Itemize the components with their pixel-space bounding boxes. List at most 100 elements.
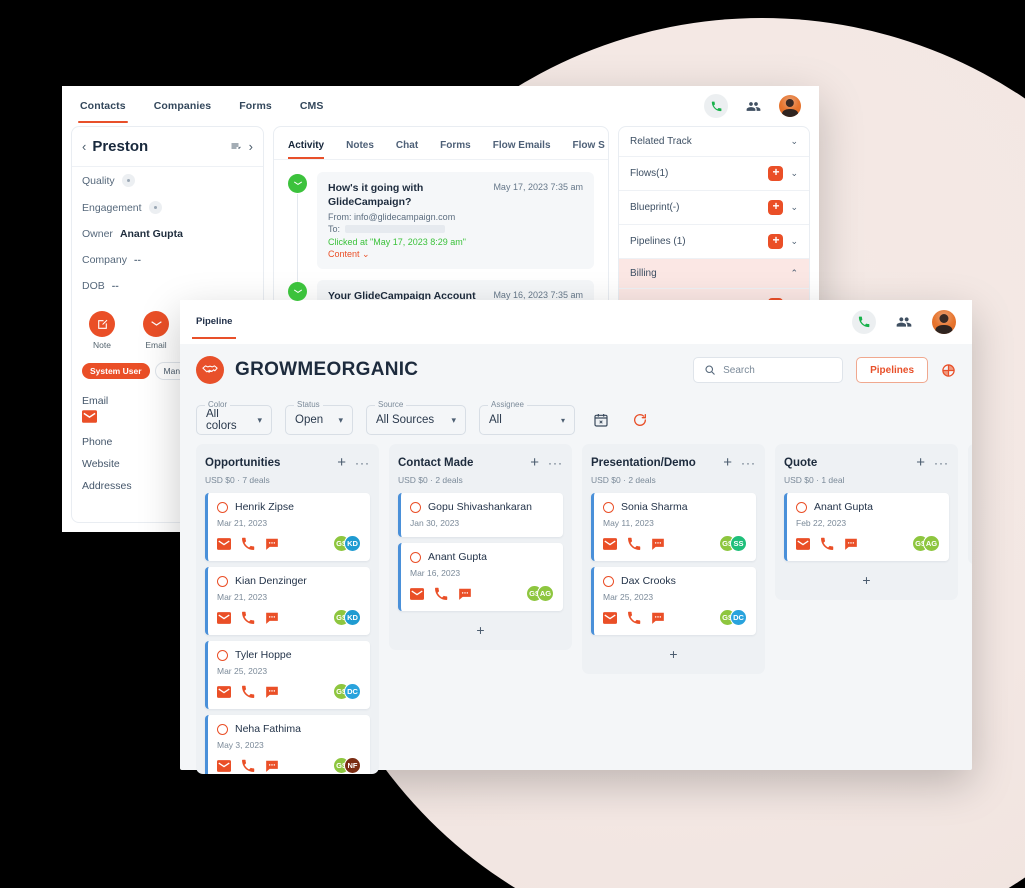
sms-icon[interactable]	[265, 537, 279, 551]
sms-icon[interactable]	[844, 537, 858, 551]
nav-tab-cms[interactable]: CMS	[300, 86, 324, 126]
status-circle-icon[interactable]	[603, 575, 614, 587]
related-row[interactable]: Billing ⌃	[619, 259, 809, 289]
user-avatar[interactable]	[779, 95, 801, 117]
status-circle-icon[interactable]	[796, 501, 807, 513]
avatar[interactable]: SS	[730, 535, 747, 552]
phone-icon[interactable]	[704, 94, 728, 118]
phone-icon[interactable]	[820, 537, 834, 551]
status-circle-icon[interactable]	[217, 575, 228, 587]
phone-icon[interactable]	[852, 310, 876, 334]
next-record-button[interactable]: ›	[249, 139, 253, 154]
sms-icon[interactable]	[265, 611, 279, 625]
email-icon[interactable]	[217, 685, 231, 698]
related-row[interactable]: Pipelines (1) + ⌄	[619, 225, 809, 259]
column-menu-icon[interactable]: ···	[355, 456, 370, 470]
chevron-down-icon[interactable]: ⌄	[790, 202, 798, 213]
status-circle-icon[interactable]	[410, 551, 421, 563]
pipelines-button[interactable]: Pipelines	[856, 357, 928, 383]
chevron-down-icon[interactable]: ⌄	[790, 168, 798, 179]
deal-card[interactable]: Anant Gupta Mar 16, 2023 GS AG	[398, 543, 563, 611]
chevron-down-icon[interactable]: ⌄	[790, 136, 798, 147]
note-icon[interactable]	[96, 318, 109, 331]
quick-action-email[interactable]: Email	[138, 311, 174, 350]
avatar[interactable]: KD	[344, 609, 361, 626]
email-icon[interactable]	[410, 587, 424, 600]
add-deal-icon[interactable]: +	[916, 454, 925, 471]
chevron-up-icon[interactable]: ⌃	[790, 268, 798, 279]
phone-icon[interactable]	[627, 611, 641, 625]
add-deal-icon[interactable]: +	[530, 454, 539, 471]
deal-card[interactable]: Gopu Shivashankaran Jan 30, 2023	[398, 493, 563, 537]
email-icon[interactable]	[217, 611, 231, 624]
contact-tag[interactable]: System User	[82, 363, 150, 379]
activity-tab-activity[interactable]: Activity	[288, 140, 325, 159]
nav-tab-forms[interactable]: Forms	[239, 86, 272, 126]
add-icon[interactable]: +	[768, 234, 784, 249]
phone-icon[interactable]	[627, 537, 641, 551]
email-icon[interactable]	[217, 537, 231, 550]
status-circle-icon[interactable]	[410, 501, 421, 513]
phone-icon[interactable]	[241, 759, 255, 773]
status-circle-icon[interactable]	[217, 649, 228, 661]
deal-card[interactable]: Kian Denzinger Mar 21, 2023 GS KD	[205, 567, 370, 635]
activity-content-toggle[interactable]: Content ⌄	[328, 249, 583, 260]
avatar[interactable]: AG	[537, 585, 554, 602]
related-row[interactable]: Related Track ⌄	[619, 127, 809, 157]
sms-icon[interactable]	[458, 587, 472, 601]
deal-card[interactable]: Tyler Hoppe Mar 25, 2023 GS DC	[205, 641, 370, 709]
related-row[interactable]: Blueprint(-) + ⌄	[619, 191, 809, 225]
quick-action-note[interactable]: Note	[84, 311, 120, 350]
email-icon[interactable]	[796, 537, 810, 550]
related-row[interactable]: Flows(1) + ⌄	[619, 157, 809, 191]
email-icon[interactable]	[149, 318, 163, 330]
activity-tab-notes[interactable]: Notes	[346, 140, 374, 159]
nav-tab-companies[interactable]: Companies	[154, 86, 212, 126]
filter-status[interactable]: Status Open ▾	[285, 400, 353, 435]
add-icon[interactable]: +	[768, 200, 784, 215]
avatar[interactable]: KD	[344, 535, 361, 552]
filter-source[interactable]: Source All Sources ▾	[366, 400, 466, 435]
deal-card[interactable]: Dax Crooks Mar 25, 2023 GS DC	[591, 567, 756, 635]
deal-card[interactable]: Anant Gupta Feb 22, 2023 GS AG	[784, 493, 949, 561]
activity-tab-flow-emails[interactable]: Flow Emails	[493, 140, 551, 159]
sms-icon[interactable]	[265, 685, 279, 699]
pie-chart-icon[interactable]	[941, 363, 956, 378]
calendar-icon[interactable]	[593, 412, 609, 428]
column-menu-icon[interactable]: ···	[741, 456, 756, 470]
email-icon[interactable]	[217, 759, 231, 772]
filter-color[interactable]: Color All colors ▾	[196, 400, 272, 435]
people-icon[interactable]	[746, 99, 761, 114]
column-add-card-button[interactable]: +	[784, 567, 949, 590]
tab-pipeline[interactable]: Pipeline	[191, 316, 237, 339]
search-input[interactable]: Search	[693, 357, 844, 383]
phone-icon[interactable]	[434, 587, 448, 601]
column-add-card-button[interactable]: +	[398, 617, 563, 640]
phone-icon[interactable]	[241, 537, 255, 551]
activity-tab-flow-s[interactable]: Flow S	[573, 140, 605, 159]
refresh-icon[interactable]	[632, 412, 648, 428]
avatar[interactable]: DC	[344, 683, 361, 700]
nav-tab-contacts[interactable]: Contacts	[78, 86, 128, 126]
deal-card[interactable]: Sonia Sharma May 11, 2023 GS SS	[591, 493, 756, 561]
prev-record-button[interactable]: ‹	[82, 139, 86, 154]
column-add-card-button[interactable]: +	[591, 641, 756, 664]
status-circle-icon[interactable]	[217, 501, 228, 513]
status-circle-icon[interactable]	[217, 723, 228, 735]
chevron-down-icon[interactable]: ⌄	[790, 236, 798, 247]
kanban-board[interactable]: Opportunities + ··· USD $0 · 7 deals Henrik …	[180, 444, 972, 774]
avatar[interactable]: DC	[730, 609, 747, 626]
people-icon[interactable]	[896, 314, 912, 330]
phone-icon[interactable]	[241, 611, 255, 625]
sms-icon[interactable]	[651, 537, 665, 551]
sms-icon[interactable]	[651, 611, 665, 625]
deal-card[interactable]: Henrik Zipse Mar 21, 2023 GS KD	[205, 493, 370, 561]
status-circle-icon[interactable]	[603, 501, 614, 513]
avatar[interactable]: AG	[923, 535, 940, 552]
filter-assignee[interactable]: Assignee All ▾	[479, 400, 575, 435]
deal-card[interactable]: Neha Fathima May 3, 2023 GS NF	[205, 715, 370, 774]
sms-icon[interactable]	[265, 759, 279, 773]
user-avatar[interactable]	[932, 310, 956, 334]
phone-icon[interactable]	[241, 685, 255, 699]
column-menu-icon[interactable]: ···	[548, 456, 563, 470]
